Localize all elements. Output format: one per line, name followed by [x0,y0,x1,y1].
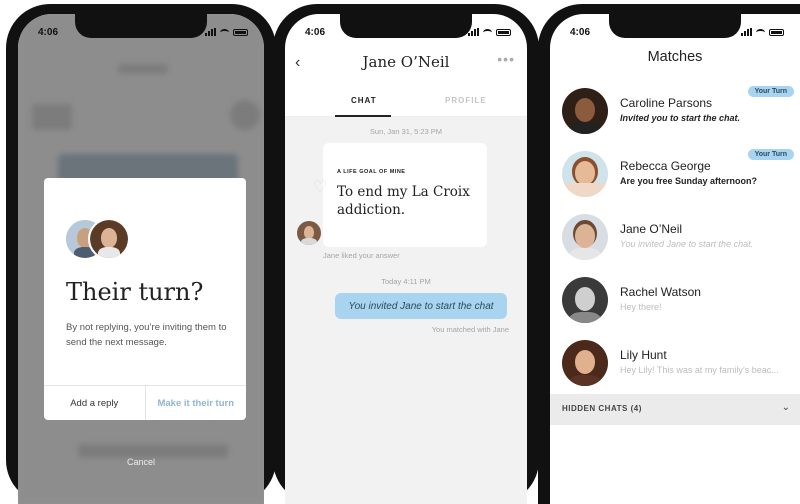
modal-title: Their turn? [66,278,204,306]
chat-header: ‹ Jane O’Neil ••• [285,44,527,84]
prompt-answer: To end my La Croix addiction. [337,184,470,218]
your-turn-badge: Your Turn [747,86,794,97]
status-time: 4:06 [570,27,591,38]
chevron-down-icon: ⌄ [781,402,790,413]
match-name: Caroline Parsons [620,96,713,110]
match-row-lily[interactable]: Lily Hunt Hey Lily! This was at my famil… [550,332,800,396]
tab-bar: CHAT PROFILE [285,92,527,117]
match-name: Rebecca George [620,159,711,173]
timestamp: Today 4:11 PM [381,277,431,286]
signal-icon [205,28,216,36]
prompt-card[interactable]: A LIFE GOAL OF MINE To end my La Croix a… [313,143,487,247]
notch [75,14,207,38]
hidden-chats-toggle[interactable]: HIDDEN CHATS (4) ⌄ [550,394,800,425]
status-time: 4:06 [305,27,326,38]
match-preview: Hey there! [620,302,662,312]
wifi-icon [483,28,492,36]
battery-icon [233,28,248,36]
match-preview: Invited you to start the chat. [620,113,741,123]
match-name: Rachel Watson [620,285,701,299]
timestamp: Sun, Jan 31, 5:23 PM [369,127,443,136]
avatar-match [88,218,130,260]
notch [609,14,741,38]
cancel-button[interactable]: Cancel [6,457,276,467]
battery-icon [769,28,784,36]
page-title: Matches [647,49,703,65]
match-name: Jane O’Neil [620,222,683,236]
prompt-label: A LIFE GOAL OF MINE [337,169,406,175]
chat-thread: Sun, Jan 31, 5:23 PM A LIFE GOAL OF MINE… [285,117,527,504]
match-preview: Hey Lily! This was at my family’s beac..… [620,365,779,375]
tab-chat[interactable]: CHAT [351,96,377,105]
screen: 4:06 Their turn? By not replying, you’re… [18,14,264,504]
avatar [562,277,608,323]
page-title: Jane O’Neil [362,53,450,71]
modal-body: By not replying, you’re inviting them to… [66,322,227,348]
match-row-jane[interactable]: Jane O’Neil You invited Jane to start th… [550,206,800,270]
phone-matches: 4:06 Matches Caroline Parsons Invited yo… [538,4,800,504]
your-turn-badge: Your Turn [747,149,794,160]
match-name: Lily Hunt [620,348,667,362]
match-row-rachel[interactable]: Rachel Watson Hey there! [550,269,800,333]
phone-chat: 4:06 ‹ Jane O’Neil ••• CHAT PROFILE Sun,… [273,4,539,504]
signal-icon [741,28,752,36]
phone-their-turn: 4:06 Their turn? By not replying, you’re… [6,4,276,504]
match-row-caroline[interactable]: Caroline Parsons Invited you to start th… [550,80,800,144]
modal-actions: Add a reply Make it their turn [44,385,246,420]
avatar [562,340,608,386]
match-preview: Are you free Sunday afternoon? [620,176,758,186]
avatar [562,88,608,134]
notch [340,14,472,38]
battery-icon [496,28,511,36]
avatar [562,214,608,260]
match-preview: You invited Jane to start the chat. [620,239,754,249]
screen: 4:06 ‹ Jane O’Neil ••• CHAT PROFILE Sun,… [285,14,527,504]
status-time: 4:06 [38,27,59,38]
wifi-icon [220,28,229,36]
hidden-chats-label: HIDDEN CHATS (4) [562,404,642,413]
add-reply-button[interactable]: Add a reply [44,386,146,420]
make-it-their-turn-button[interactable]: Make it their turn [146,386,247,420]
avatar [562,151,608,197]
avatar-jane[interactable] [297,221,321,245]
match-row-rebecca[interactable]: Rebecca George Are you free Sunday after… [550,143,800,207]
screen: 4:06 Matches Caroline Parsons Invited yo… [550,14,800,504]
more-options-icon[interactable]: ••• [497,51,515,67]
liked-note: Jane liked your answer [323,251,400,260]
tab-profile[interactable]: PROFILE [445,96,487,105]
their-turn-modal: Their turn? By not replying, you’re invi… [44,178,246,420]
matched-note: You matched with Jane [431,325,509,334]
heart-icon: ♡ [313,179,328,196]
invite-message-bubble: You invited Jane to start the chat [335,293,507,319]
wifi-icon [756,28,765,36]
